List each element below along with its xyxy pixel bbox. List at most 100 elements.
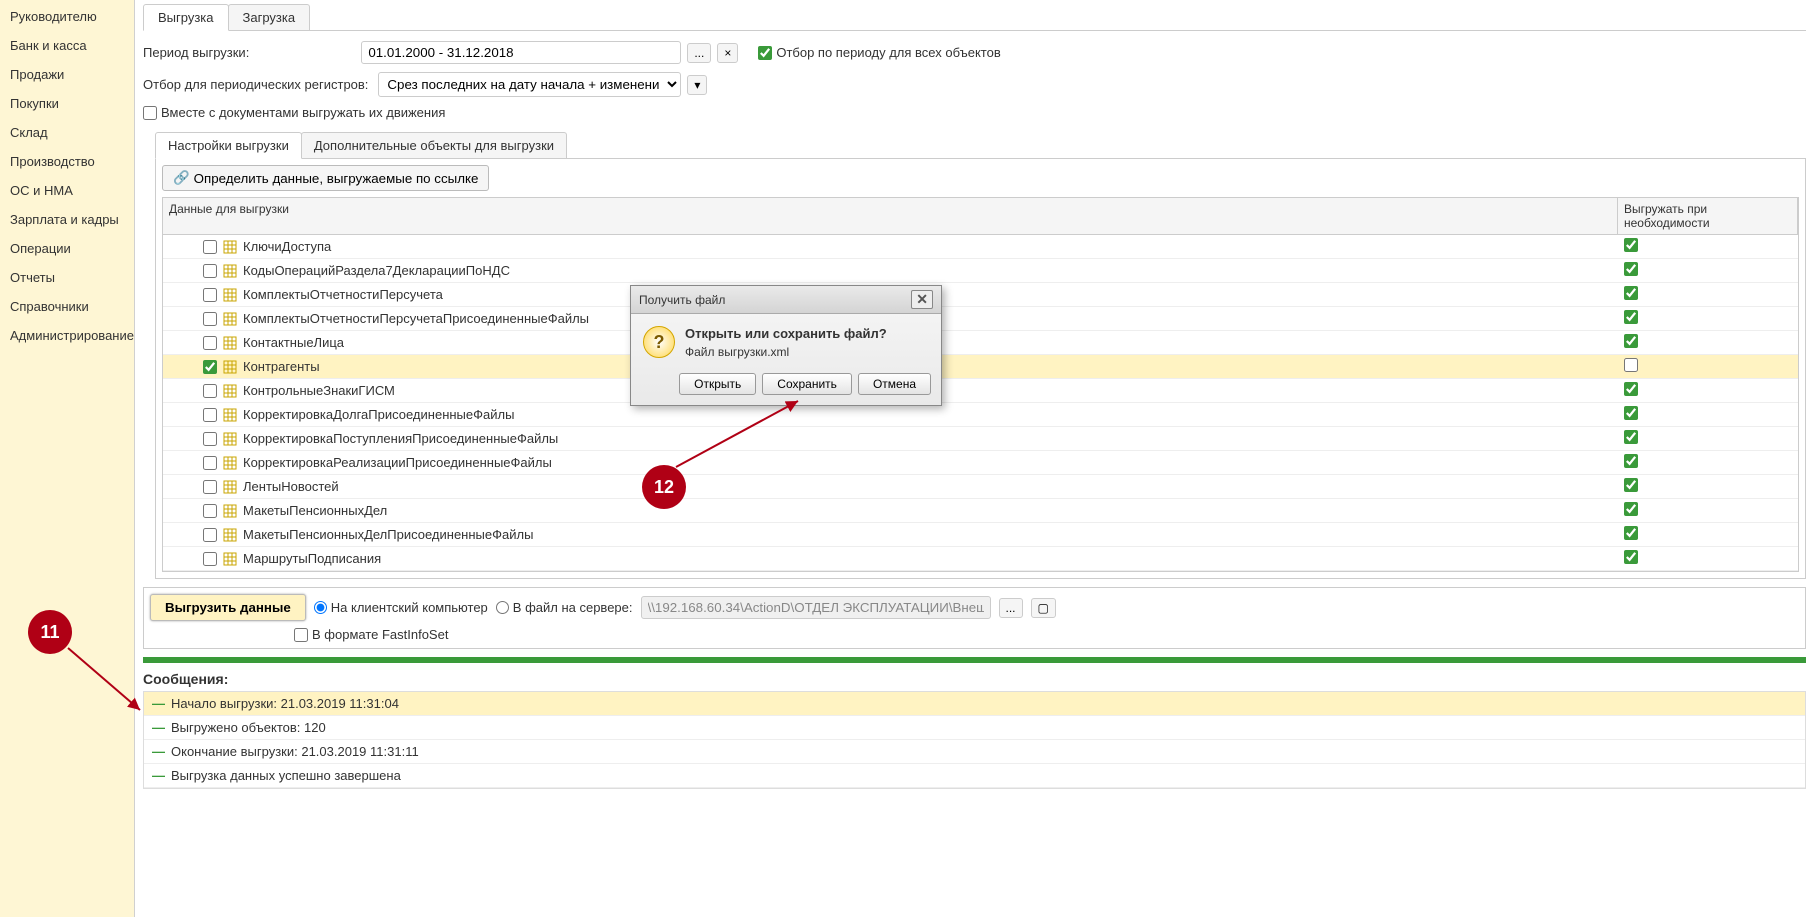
row-export-checkbox[interactable] <box>203 432 217 446</box>
server-path-ellipsis-button[interactable]: ... <box>999 598 1023 618</box>
grid-row[interactable]: КонтактныеЛица <box>163 331 1798 355</box>
row-export-checkbox[interactable] <box>203 480 217 494</box>
grid-body[interactable]: КлючиДоступа КодыОперацийРаздела7Декларац… <box>163 235 1798 571</box>
row-necessity-checkbox[interactable] <box>1624 238 1638 252</box>
filter-all-checkbox[interactable] <box>758 46 772 60</box>
sidebar-item-10[interactable]: Справочники <box>0 292 134 321</box>
message-text: Выгрузка данных успешно завершена <box>171 768 401 783</box>
radio-client-wrap[interactable]: На клиентский компьютер <box>314 600 488 615</box>
grid-row[interactable]: КонтрольныеЗнакиГИСМ <box>163 379 1798 403</box>
row-name: КомплектыОтчетностиПерсучета <box>243 287 443 302</box>
dialog-save-button[interactable]: Сохранить <box>762 373 852 395</box>
determine-link-data-button[interactable]: 🔗 Определить данные, выгружаемые по ссыл… <box>162 165 489 191</box>
sidebar-item-6[interactable]: ОС и НМА <box>0 176 134 205</box>
sidebar-item-11[interactable]: Администрирование <box>0 321 134 350</box>
row-necessity-checkbox[interactable] <box>1624 550 1638 564</box>
radio-server[interactable] <box>496 601 509 614</box>
row-name: КодыОперацийРаздела7ДекларацииПоНДС <box>243 263 510 278</box>
grid-row[interactable]: МаршрутыПодписания <box>163 547 1798 571</box>
grid-header-data[interactable]: Данные для выгрузки <box>163 198 1618 234</box>
table-icon <box>223 480 237 494</box>
server-path-open-button[interactable]: ▢ <box>1031 598 1056 618</box>
period-ellipsis-button[interactable]: ... <box>687 43 711 63</box>
row-export-checkbox[interactable] <box>203 504 217 518</box>
export-data-button[interactable]: Выгрузить данные <box>150 594 306 621</box>
grid-row[interactable]: КлючиДоступа <box>163 235 1798 259</box>
row-necessity-checkbox[interactable] <box>1624 406 1638 420</box>
dialog-close-button[interactable]: ✕ <box>911 290 933 309</box>
row-necessity-checkbox[interactable] <box>1624 286 1638 300</box>
radio-client[interactable] <box>314 601 327 614</box>
messages-title: Сообщения: <box>143 671 1806 687</box>
grid-row[interactable]: КорректировкаДолгаПрисоединенныеФайлы <box>163 403 1798 427</box>
row-necessity-checkbox[interactable] <box>1624 310 1638 324</box>
sidebar-item-4[interactable]: Склад <box>0 118 134 147</box>
row-necessity-checkbox[interactable] <box>1624 358 1638 372</box>
table-icon <box>223 288 237 302</box>
message-row[interactable]: — Выгрузка данных успешно завершена <box>144 764 1805 788</box>
sidebar-item-7[interactable]: Зарплата и кадры <box>0 205 134 234</box>
fastinfoset-wrap[interactable]: В формате FastInfoSet <box>294 627 448 642</box>
row-necessity-checkbox[interactable] <box>1624 454 1638 468</box>
row-export-checkbox[interactable] <box>203 360 217 374</box>
grid-row[interactable]: КодыОперацийРаздела7ДекларацииПоНДС <box>163 259 1798 283</box>
row-necessity-checkbox[interactable] <box>1624 502 1638 516</box>
sidebar-item-5[interactable]: Производство <box>0 147 134 176</box>
row-necessity-checkbox[interactable] <box>1624 430 1638 444</box>
dialog-titlebar[interactable]: Получить файл ✕ <box>631 286 941 314</box>
grid-row[interactable]: МакетыПенсионныхДелПрисоединенныеФайлы <box>163 523 1798 547</box>
row-necessity-checkbox[interactable] <box>1624 478 1638 492</box>
dialog-cancel-button[interactable]: Отмена <box>858 373 931 395</box>
grid-row[interactable]: КомплектыОтчетностиПерсучета <box>163 283 1798 307</box>
export-movements-wrap[interactable]: Вместе с документами выгружать их движен… <box>143 105 445 120</box>
message-row[interactable]: —Начало выгрузки: 21.03.2019 11:31:04 <box>144 692 1805 716</box>
annotation-arrow-12 <box>668 395 808 475</box>
period-clear-button[interactable]: × <box>717 43 738 63</box>
grid-row[interactable]: ЛентыНовостей <box>163 475 1798 499</box>
sidebar-item-2[interactable]: Продажи <box>0 60 134 89</box>
tab-import[interactable]: Загрузка <box>228 4 311 30</box>
row-necessity-checkbox[interactable] <box>1624 262 1638 276</box>
period-input[interactable] <box>361 41 681 64</box>
sidebar-item-1[interactable]: Банк и касса <box>0 31 134 60</box>
sidebar-item-0[interactable]: Руководителю <box>0 2 134 31</box>
row-export-checkbox[interactable] <box>203 384 217 398</box>
sub-tab-settings[interactable]: Настройки выгрузки <box>155 132 302 159</box>
row-export-checkbox[interactable] <box>203 528 217 542</box>
sidebar-item-9[interactable]: Отчеты <box>0 263 134 292</box>
row-export-checkbox[interactable] <box>203 552 217 566</box>
grid-row[interactable]: КорректировкаРеализацииПрисоединенныеФай… <box>163 451 1798 475</box>
row-export-checkbox[interactable] <box>203 312 217 326</box>
sidebar-item-8[interactable]: Операции <box>0 234 134 263</box>
dialog-filename: Файл выгрузки.xml <box>685 345 887 359</box>
row-export-checkbox[interactable] <box>203 264 217 278</box>
row-necessity-checkbox[interactable] <box>1624 382 1638 396</box>
row-export-checkbox[interactable] <box>203 288 217 302</box>
filter-all-checkbox-wrap[interactable]: Отбор по периоду для всех объектов <box>758 45 1000 60</box>
grid-row[interactable]: КорректировкаПоступленияПрисоединенныеФа… <box>163 427 1798 451</box>
row-necessity-checkbox[interactable] <box>1624 526 1638 540</box>
grid-row[interactable]: КомплектыОтчетностиПерсучетаПрисоединенн… <box>163 307 1798 331</box>
periodic-dropdown-button[interactable]: ▾ <box>687 75 707 95</box>
annotation-badge-11: 11 <box>28 610 72 654</box>
grid-header: Данные для выгрузки Выгружать при необхо… <box>163 198 1798 235</box>
row-export-checkbox[interactable] <box>203 456 217 470</box>
grid-header-necessity[interactable]: Выгружать при необходимости <box>1618 198 1798 234</box>
dash-icon: — <box>152 768 165 783</box>
fastinfoset-checkbox[interactable] <box>294 628 308 642</box>
message-row[interactable]: —Окончание выгрузки: 21.03.2019 11:31:11 <box>144 740 1805 764</box>
export-movements-checkbox[interactable] <box>143 106 157 120</box>
radio-server-wrap[interactable]: В файл на сервере: <box>496 600 633 615</box>
sub-tab-additional[interactable]: Дополнительные объекты для выгрузки <box>301 132 567 158</box>
periodic-select[interactable]: Срез последних на дату начала + изменени <box>378 72 681 97</box>
dialog-open-button[interactable]: Открыть <box>679 373 756 395</box>
grid-row[interactable]: МакетыПенсионныхДел <box>163 499 1798 523</box>
row-export-checkbox[interactable] <box>203 408 217 422</box>
row-export-checkbox[interactable] <box>203 240 217 254</box>
tab-export[interactable]: Выгрузка <box>143 4 229 31</box>
row-export-checkbox[interactable] <box>203 336 217 350</box>
sidebar-item-3[interactable]: Покупки <box>0 89 134 118</box>
row-necessity-checkbox[interactable] <box>1624 334 1638 348</box>
message-row[interactable]: —Выгружено объектов: 120 <box>144 716 1805 740</box>
grid-row[interactable]: Контрагенты <box>163 355 1798 379</box>
